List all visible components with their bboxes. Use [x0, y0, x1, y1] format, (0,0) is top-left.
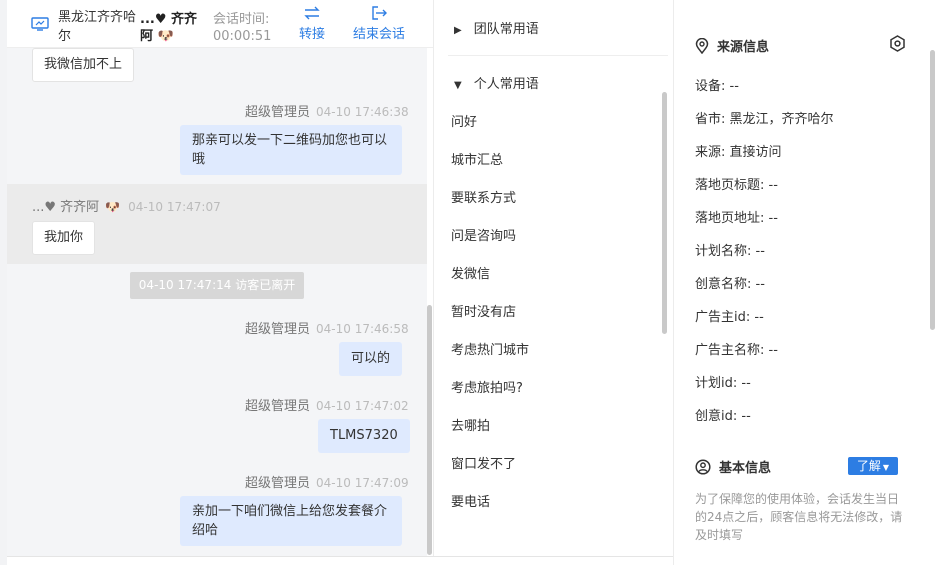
- message-bubble: 我加你: [32, 221, 96, 255]
- phrase-item[interactable]: 要联系方式: [451, 187, 516, 206]
- learn-more-label: 了解: [856, 459, 881, 473]
- team-phrases-label: 团队常用语: [473, 22, 539, 37]
- message-meta: 超级管理员 04-10 17:46:58: [245, 318, 409, 337]
- info-field: 广告主名称: --: [695, 343, 778, 358]
- system-notice: 04-10 17:47:14 访客已离开: [130, 272, 304, 299]
- monitor-icon: [31, 17, 49, 31]
- source-info-label: 来源信息: [717, 40, 770, 55]
- divider: [448, 55, 668, 56]
- message-time: 04-10 17:47:09: [316, 476, 409, 490]
- dog-emoji-icon: 🐶: [105, 200, 121, 214]
- phrase-item[interactable]: 考虑旅拍吗?: [451, 377, 523, 396]
- dog-emoji-icon: 🐶: [157, 29, 174, 44]
- info-field: 创意id: --: [695, 409, 751, 424]
- sender-name: 超级管理员: [245, 476, 311, 491]
- message-meta: 超级管理员 04-10 17:46:38: [245, 101, 409, 120]
- phrase-item[interactable]: 暂时没有店: [451, 301, 516, 320]
- caret-down-icon: ▼: [454, 80, 462, 91]
- source-info-title: 来源信息: [695, 36, 769, 55]
- chat-scrollbar[interactable]: [427, 305, 432, 555]
- sender-name: ...♥ 齐齐阿: [32, 200, 100, 215]
- user-circle-icon: [695, 459, 711, 475]
- phrase-item[interactable]: 考虑热门城市: [451, 339, 529, 358]
- chat-header: 黑龙江齐齐哈尔 ...♥ 齐齐阿 🐶 会话时间: 00:00:51 转接 结束会…: [7, 0, 433, 48]
- highlighted-message-row: ...♥ 齐齐阿 🐶 04-10 17:47:07 我加你: [7, 184, 427, 264]
- learn-more-button[interactable]: 了解 ▼: [848, 457, 898, 475]
- phrase-item[interactable]: 发微信: [451, 263, 490, 282]
- info-field: 计划名称: --: [695, 244, 765, 259]
- exit-icon: [372, 6, 387, 20]
- transfer-icon: [304, 6, 320, 20]
- session-time-value: 00:00:51: [213, 29, 272, 44]
- phrase-item[interactable]: 要电话: [451, 491, 490, 510]
- caret-right-icon: ▶: [454, 25, 462, 36]
- left-edge: [0, 0, 7, 565]
- sender-name: 超级管理员: [245, 105, 311, 120]
- visitor-name: ...♥ 齐齐阿 🐶: [140, 11, 205, 45]
- session-time-label: 会话时间:: [213, 12, 270, 27]
- quick-phrases-panel: ▶ 团队常用语 ▼ 个人常用语 问好 城市汇总 要联系方式 问是咨询吗 发微信 暂时…: [433, 0, 674, 556]
- info-field: 广告主id: --: [695, 310, 764, 325]
- phrases-scrollbar[interactable]: [662, 92, 667, 334]
- info-field: 计划id: --: [695, 376, 751, 391]
- info-field: 设备: --: [695, 79, 739, 94]
- message-time: 04-10 17:46:58: [316, 322, 409, 336]
- phrase-item[interactable]: 城市汇总: [451, 149, 503, 168]
- basic-info-label: 基本信息: [719, 461, 772, 476]
- basic-info-title: 基本信息: [695, 457, 771, 476]
- phrase-item[interactable]: 问是咨询吗: [451, 225, 516, 244]
- visitor-info-panel: 来源信息 设备: -- 省市: 黑龙江，齐齐哈尔 来源: 直接访问 落地页标题:…: [673, 0, 938, 565]
- gear-icon[interactable]: [889, 35, 906, 52]
- chat-messages[interactable]: 我微信加不上 超级管理员 04-10 17:46:38 那亲可以发一下二维码加您也…: [7, 48, 427, 556]
- info-field: 落地页标题: --: [695, 178, 778, 193]
- message-meta: 超级管理员 04-10 17:47:02: [245, 395, 409, 414]
- end-session-button[interactable]: 结束会话: [353, 6, 405, 42]
- message-time: 04-10 17:47:02: [316, 399, 409, 413]
- phrase-item[interactable]: 去哪拍: [451, 415, 490, 434]
- edit-notice: 为了保障您的使用体验，会话发生当日的24点之后，顾客信息将无法修改，请及时填写: [695, 492, 903, 542]
- message-bubble: 亲加一下咱们微信上给您发套餐介绍哈: [180, 496, 402, 546]
- info-field: 创意名称: --: [695, 277, 765, 292]
- message-bubble: TLMS7320: [318, 419, 410, 453]
- transfer-label: 转接: [299, 27, 326, 42]
- chat-bottom-divider: [7, 556, 673, 557]
- caret-down-icon: ▼: [882, 463, 890, 472]
- phrase-item[interactable]: 窗口发不了: [451, 453, 516, 472]
- location-pin-icon: [695, 37, 709, 55]
- visitor-location: 黑龙江齐齐哈尔: [58, 10, 137, 44]
- info-field: 省市: 黑龙江，齐齐哈尔: [695, 112, 834, 127]
- message-bubble: 我微信加不上: [32, 48, 135, 82]
- message-bubble: 那亲可以发一下二维码加您也可以哦: [180, 125, 402, 175]
- team-phrases-toggle[interactable]: ▶ 团队常用语: [454, 18, 539, 37]
- message-time: 04-10 17:46:38: [316, 105, 409, 119]
- message-meta: 超级管理员 04-10 17:47:09: [245, 472, 409, 491]
- info-scrollbar[interactable]: [930, 50, 935, 330]
- info-field: 来源: 直接访问: [695, 145, 782, 160]
- end-session-label: 结束会话: [353, 27, 406, 42]
- personal-phrases-toggle[interactable]: ▼ 个人常用语: [454, 73, 539, 92]
- phrase-item[interactable]: 问好: [451, 111, 477, 130]
- message-bubble: 可以的: [339, 342, 403, 376]
- personal-phrases-label: 个人常用语: [473, 77, 539, 92]
- message-meta: ...♥ 齐齐阿 🐶 04-10 17:47:07: [32, 196, 221, 215]
- message-time: 04-10 17:47:07: [128, 200, 221, 214]
- transfer-button[interactable]: 转接: [299, 6, 325, 42]
- info-field: 落地页地址: --: [695, 211, 778, 226]
- chat-panel: 黑龙江齐齐哈尔 ...♥ 齐齐阿 🐶 会话时间: 00:00:51 转接 结束会…: [0, 0, 433, 565]
- sender-name: 超级管理员: [245, 399, 311, 414]
- sender-name: 超级管理员: [245, 322, 311, 337]
